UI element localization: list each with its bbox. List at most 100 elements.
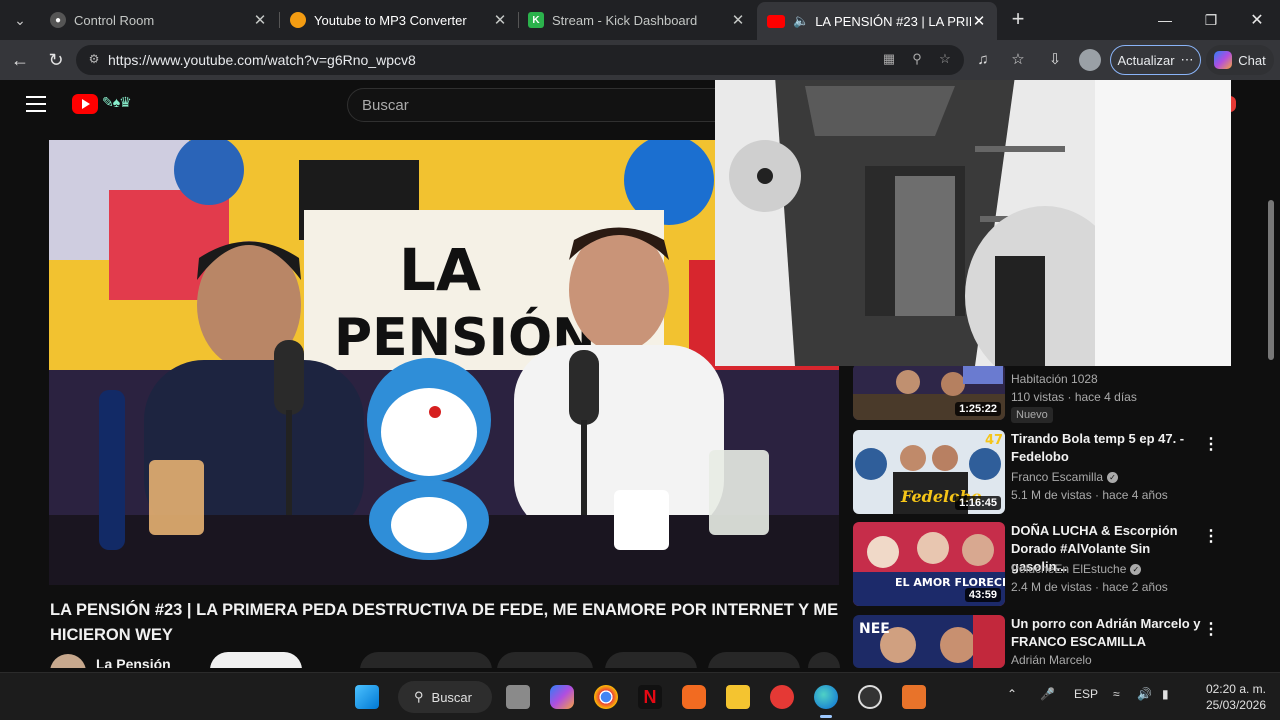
tab-la-pension[interactable]: 🔈 LA PENSIÓN #23 | LA PRIMER ✕ [757, 2, 997, 40]
clock-time: 02:20 a. m. [1205, 682, 1266, 696]
copilot-taskbar-icon[interactable] [550, 685, 574, 709]
url-text[interactable]: https://www.youtube.com/watch?v=g6Rno_wp… [108, 52, 416, 68]
more-actions-button[interactable] [808, 652, 840, 668]
recommendation-channel[interactable]: Franco Escamilla ✓ [1011, 470, 1119, 484]
recommendation-channel[interactable]: PelucheEn ElEstuche ✓ [1011, 562, 1142, 576]
clock-date: 25/03/2026 [1205, 698, 1266, 712]
minimize-icon[interactable]: — [1142, 0, 1188, 40]
like-button[interactable] [360, 652, 492, 668]
recommendation-item[interactable]: Fedelobo 47 1:16:45 Tirando Bola temp 5 … [853, 430, 1233, 514]
channel-name[interactable]: La Pensión [96, 656, 171, 668]
speaker-icon[interactable]: 🔈 [793, 13, 809, 29]
apps-grid-icon[interactable]: ▦ [880, 51, 898, 69]
save-button[interactable] [605, 652, 697, 668]
taskbar-search[interactable]: ⚲ Buscar [398, 681, 492, 713]
microphone-icon[interactable]: 🎤 [1040, 687, 1055, 701]
close-icon[interactable]: ✕ [971, 12, 987, 30]
kebab-menu-icon[interactable]: ⋮ [1203, 619, 1219, 639]
reload-icon[interactable]: ↻ [44, 48, 68, 72]
edge-icon[interactable] [814, 685, 838, 709]
recommendation-meta: 5.1 M de vistas · hace 4 años [1011, 488, 1168, 502]
hamburger-menu-icon[interactable] [26, 96, 46, 112]
thumbnail-number: 47 [985, 433, 1003, 448]
wifi-icon[interactable]: ≈ [1113, 687, 1120, 701]
tab-kick-dashboard[interactable]: K Stream - Kick Dashboard ✕ [518, 4, 756, 36]
clip-button[interactable] [708, 652, 800, 668]
zoom-icon[interactable]: ⚲ [908, 51, 926, 69]
recommendation-thumbnail[interactable]: 1:25:22 [853, 364, 1005, 420]
system-clock[interactable]: 02:20 a. m. 25/03/2026 [1190, 681, 1266, 713]
youtube-music-icon[interactable] [770, 685, 794, 709]
show-hidden-icons-chevron-icon[interactable]: ⌃ [1007, 687, 1017, 701]
battery-icon[interactable]: ▮ [1162, 687, 1169, 701]
webcam-overlay [715, 80, 1231, 366]
duration-badge: 43:59 [964, 588, 1001, 602]
chrome-icon[interactable] [594, 685, 618, 709]
close-icon[interactable]: ✕ [730, 11, 746, 29]
recommendation-channel[interactable]: Adrián Marcelo [1011, 653, 1092, 667]
share-button[interactable] [497, 652, 593, 668]
recommendation-thumbnail[interactable]: Fedelobo 47 1:16:45 [853, 430, 1005, 514]
site-info-icon[interactable]: ⚙ [86, 52, 102, 68]
thumbnail-la-text: LA [399, 236, 481, 304]
recommendation-thumbnail[interactable]: NEE [853, 615, 1005, 668]
close-icon[interactable]: ✕ [492, 11, 508, 29]
recommendation-title[interactable]: Un porro con Adrián Marcelo y FRANCO ESC… [1011, 615, 1201, 651]
media-icon[interactable]: ♫ [972, 49, 994, 71]
new-tab-button[interactable]: + [1006, 8, 1030, 32]
recommendation-item[interactable]: 1:25:22 Habitación 1028 110 vistas · hac… [853, 364, 1233, 423]
video-title: LA PENSIÓN #23 | LA PRIMERA PEDA DESTRUC… [50, 601, 839, 644]
app-orange-icon[interactable] [682, 685, 706, 709]
recommendation-item[interactable]: NEE Un porro con Adrián Marcelo y FRANCO… [853, 615, 1233, 668]
tab-title: Control Room [74, 12, 155, 28]
task-view-icon[interactable] [506, 685, 530, 709]
youtube-page: ✎♠♛ Buscar LA PENSIÓN LA PENSIÓN #23 | L… [4, 80, 1276, 668]
thumbnail-text: NEE [859, 621, 890, 637]
windows-start-icon[interactable] [355, 685, 379, 709]
channel-label: Habitación 1028 [1011, 372, 1098, 386]
new-badge: Nuevo [1011, 407, 1053, 423]
copilot-chat-button[interactable]: Chat [1206, 45, 1274, 75]
favorites-icon[interactable]: ☆ [1007, 49, 1029, 71]
tab-youtube-mp3[interactable]: Youtube to MP3 Converter ✕ [280, 4, 518, 36]
youtube-doodle-icon[interactable]: ✎♠♛ [102, 94, 132, 111]
favorite-star-icon[interactable]: ☆ [936, 51, 954, 69]
update-label: Actualizar [1117, 52, 1175, 68]
profile-avatar[interactable] [1079, 49, 1101, 71]
fl-studio-icon[interactable] [902, 685, 926, 709]
obs-icon[interactable] [858, 685, 882, 709]
recommendation-title[interactable]: Tirando Bola temp 5 ep 47. - Fedelobo [1011, 430, 1201, 466]
kebab-menu-icon[interactable]: ⋮ [1203, 434, 1219, 454]
restore-icon[interactable]: ❐ [1188, 0, 1234, 40]
chat-label: Chat [1238, 52, 1266, 68]
back-arrow-icon[interactable]: ← [8, 48, 32, 72]
file-explorer-icon[interactable] [726, 685, 750, 709]
close-icon[interactable]: ✕ [252, 11, 268, 29]
views-label: 5.1 M de vistas [1011, 488, 1092, 502]
more-dots-icon[interactable]: ⋯ [1181, 52, 1194, 68]
page-scrollbar[interactable] [1267, 170, 1275, 668]
recommendation-item[interactable]: EL AMOR FLORECIÓ 43:59 DOÑA LUCHA & Esco… [853, 522, 1233, 606]
tab-control-room[interactable]: ● Control Room ✕ [40, 4, 278, 36]
youtube-logo[interactable] [72, 94, 98, 114]
kebab-menu-icon[interactable]: ⋮ [1203, 526, 1219, 546]
duration-badge: 1:25:22 [955, 402, 1001, 416]
recommendation-thumbnail[interactable]: EL AMOR FLORECIÓ 43:59 [853, 522, 1005, 606]
channel-avatar[interactable] [50, 654, 86, 668]
recommendation-meta: 2.4 M de vistas · hace 2 años [1011, 580, 1168, 594]
language-indicator[interactable]: ESP [1074, 687, 1098, 701]
thumbnail-illustration: NEE [853, 615, 1005, 668]
age-label: hace 2 años [1102, 580, 1168, 594]
address-bar[interactable]: ⚙ https://www.youtube.com/watch?v=g6Rno_… [76, 45, 964, 75]
downloads-icon[interactable]: ⇩ [1044, 49, 1066, 71]
subscribe-button[interactable] [210, 652, 302, 668]
recommendation-channel[interactable]: Habitación 1028 [1011, 372, 1098, 386]
tab-search-chevron-icon[interactable]: ⌄ [6, 6, 34, 34]
volume-icon[interactable]: 🔊 [1137, 687, 1152, 701]
window-close-icon[interactable]: ✕ [1234, 0, 1280, 40]
netflix-icon[interactable]: N [638, 685, 662, 709]
tab-title: Stream - Kick Dashboard [552, 12, 698, 28]
search-input[interactable]: Buscar [347, 88, 727, 122]
channel-row: La Pensión [50, 652, 840, 668]
update-button[interactable]: Actualizar ⋯ [1110, 45, 1201, 75]
